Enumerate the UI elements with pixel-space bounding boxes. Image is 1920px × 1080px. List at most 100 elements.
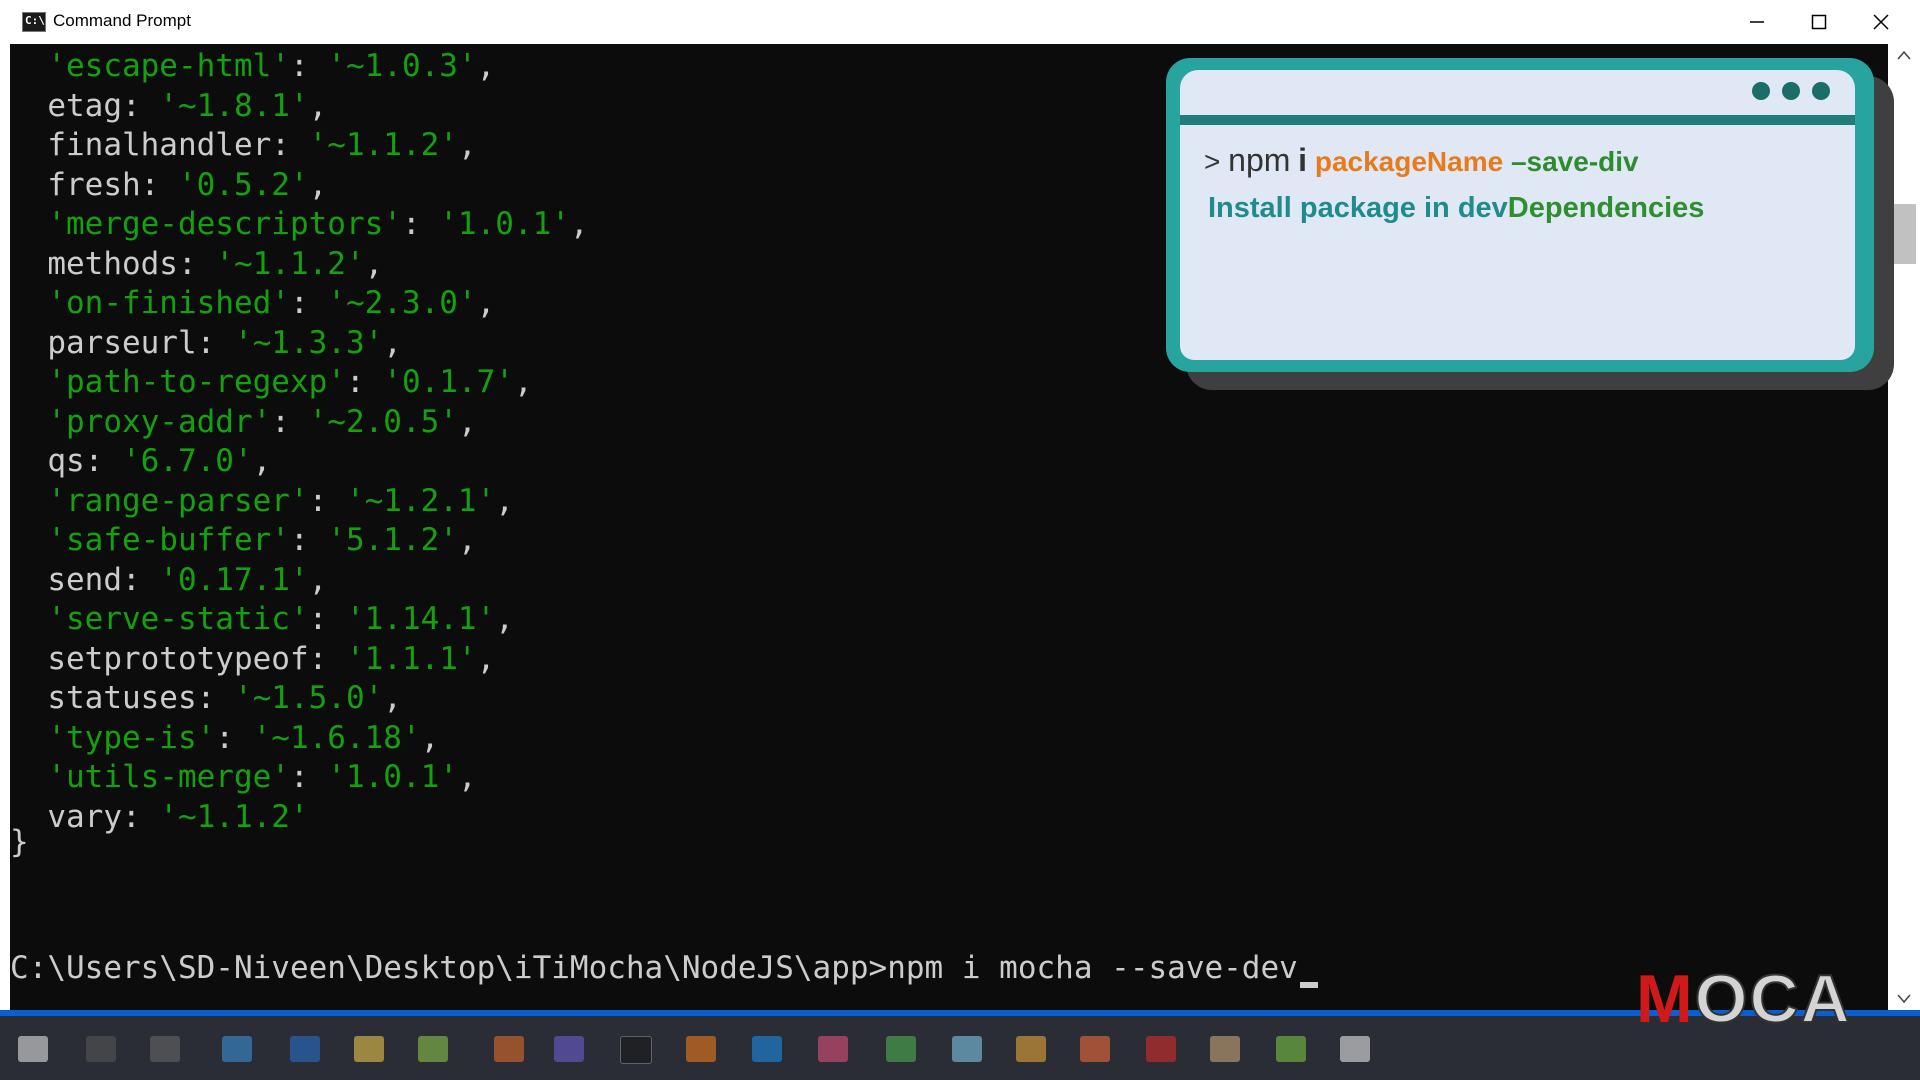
dot-icon — [1782, 82, 1800, 100]
scroll-down-icon[interactable] — [1897, 994, 1911, 1004]
command-line[interactable]: C:\Users\SD-Niveen\Desktop\iTiMocha\Node… — [10, 948, 1318, 988]
line-colon: : — [271, 403, 309, 440]
terminal-line: qs: '6.7.0', — [10, 441, 271, 481]
app-icon[interactable] — [952, 1036, 982, 1062]
line-suffix: , — [476, 285, 496, 321]
line-key: 'path-to-regexp' — [10, 364, 346, 400]
overlay-package-name: packageName — [1314, 146, 1504, 177]
line-colon: : — [289, 285, 328, 321]
terminal-line: 'range-parser': '~1.2.1', — [10, 481, 514, 521]
line-suffix: , — [495, 482, 514, 519]
line-suffix: , — [308, 87, 328, 124]
maximize-button[interactable] — [1788, 0, 1850, 44]
closing-brace: } — [10, 824, 29, 860]
overlay-desc-part1: Install package in dev — [1208, 192, 1508, 224]
mooca-logo: MOCA — [1636, 960, 1852, 1038]
edge-icon[interactable] — [290, 1036, 320, 1062]
scroll-up-icon[interactable] — [1897, 50, 1911, 60]
app-icon[interactable] — [1080, 1036, 1110, 1062]
line-suffix: , — [364, 245, 384, 282]
line-colon: : — [140, 166, 178, 203]
line-value: '0.17.1' — [159, 561, 309, 598]
minimize-icon — [1750, 21, 1764, 23]
line-value: '1.14.1' — [345, 601, 496, 637]
firefox-icon[interactable] — [686, 1036, 716, 1062]
terminal-line: 'path-to-regexp': '0.1.7', — [10, 362, 533, 402]
chrome-icon[interactable] — [1016, 1036, 1046, 1062]
task-view-icon[interactable] — [150, 1036, 180, 1062]
line-colon: : — [177, 245, 216, 282]
typed-command[interactable]: npm i mocha --save-dev — [887, 950, 1298, 986]
terminal-line: 'on-finished': '~2.3.0', — [10, 283, 495, 323]
line-suffix: , — [495, 601, 514, 637]
app-icon[interactable] — [418, 1036, 448, 1062]
line-suffix: , — [476, 640, 496, 677]
title-bar[interactable]: C:\ Command Prompt — [10, 0, 1920, 45]
card-frame: > npm i packageName –save-div Install pa… — [1166, 58, 1874, 372]
line-colon: : — [308, 482, 346, 519]
line-key: fresh — [10, 166, 141, 203]
line-colon: : — [196, 680, 234, 716]
overlay-description: Install package in devDependencies — [1208, 192, 1704, 225]
prompt-path: C:\Users\SD-Niveen\Desktop\iTiMocha\Node… — [10, 950, 888, 986]
line-colon: : — [289, 522, 328, 558]
terminal-line: parseurl: '~1.3.3', — [10, 323, 402, 363]
line-colon: : — [271, 127, 309, 163]
app-icon[interactable] — [554, 1036, 584, 1062]
line-key: statuses — [10, 680, 197, 716]
logo-m: M — [1636, 961, 1695, 1037]
line-value: '0.5.2' — [177, 166, 309, 203]
line-key: 'range-parser' — [10, 482, 309, 519]
overlay-i: i — [1298, 142, 1308, 178]
logo-rest: OCA — [1694, 960, 1852, 1038]
line-suffix: , — [457, 127, 477, 163]
app-icon[interactable] — [1210, 1036, 1240, 1062]
line-colon: : — [196, 324, 234, 361]
line-suffix: , — [513, 364, 533, 400]
search-icon[interactable] — [86, 1036, 116, 1062]
line-key: 'escape-html' — [10, 48, 290, 84]
line-colon: : — [121, 798, 160, 835]
line-colon: : — [289, 48, 328, 84]
line-value: '~1.3.3' — [233, 324, 384, 361]
scrollbar-thumb[interactable] — [1892, 204, 1916, 264]
app-icon[interactable] — [886, 1036, 916, 1062]
terminal-line: 'utils-merge': '1.0.1', — [10, 757, 476, 797]
terminal-line: finalhandler: '~1.1.2', — [10, 125, 477, 165]
line-colon: : — [121, 87, 160, 124]
overlay-desc-part2: Dependencies — [1507, 192, 1705, 224]
line-value: '~1.5.0' — [233, 680, 384, 716]
line-colon: : — [289, 759, 328, 795]
terminal-line: 'escape-html': '~1.0.3', — [10, 46, 495, 86]
vscode-icon[interactable] — [752, 1036, 782, 1062]
line-key: parseurl — [10, 324, 197, 361]
line-value: '1.0.1' — [439, 206, 570, 242]
app-icon[interactable] — [818, 1036, 848, 1062]
line-key: 'safe-buffer' — [10, 522, 290, 558]
minimize-button[interactable] — [1726, 0, 1788, 44]
line-key: etag — [10, 87, 122, 124]
start-icon[interactable] — [18, 1036, 48, 1062]
folder-icon[interactable] — [354, 1036, 384, 1062]
app-icon[interactable] — [1276, 1036, 1306, 1062]
line-suffix: , — [457, 403, 477, 440]
card-header-divider — [1180, 115, 1855, 125]
line-colon: : — [345, 364, 384, 400]
overlay-command: > npm i packageName –save-div — [1204, 142, 1639, 179]
app-icon[interactable] — [494, 1036, 524, 1062]
close-button[interactable] — [1850, 0, 1912, 44]
app-icon[interactable] — [1146, 1036, 1176, 1062]
line-key: 'serve-static' — [10, 601, 309, 637]
terminal-line: 'merge-descriptors': '1.0.1', — [10, 204, 589, 244]
line-suffix: , — [569, 206, 589, 242]
browser-icon[interactable] — [222, 1036, 252, 1062]
dot-icon — [1752, 82, 1770, 100]
text-cursor — [1299, 982, 1318, 988]
command-prompt-taskbar-icon[interactable] — [620, 1036, 652, 1064]
window-title: Command Prompt — [53, 11, 191, 30]
app-icon[interactable] — [1340, 1036, 1370, 1062]
maximize-icon — [1811, 14, 1827, 30]
line-value: '~1.6.18' — [252, 719, 421, 756]
chevron-right-icon: > — [1204, 146, 1221, 177]
line-colon: : — [84, 443, 122, 479]
